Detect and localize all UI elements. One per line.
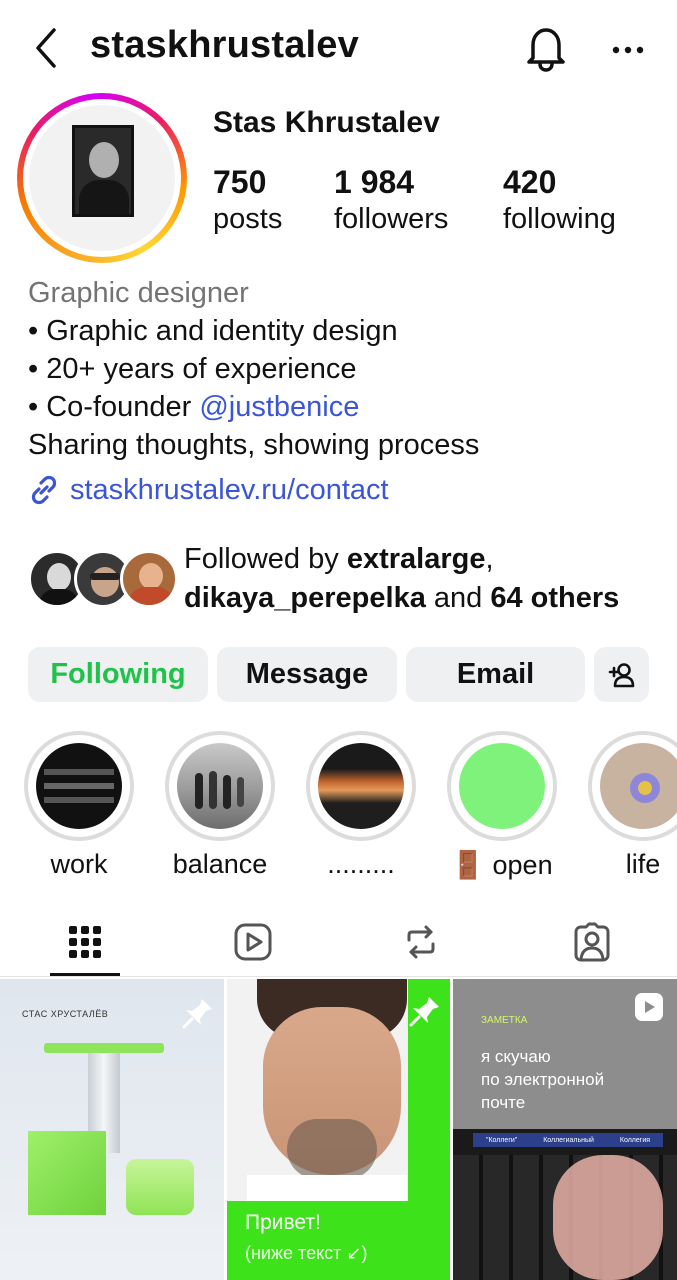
tab-reposts[interactable] xyxy=(386,918,456,966)
avatar xyxy=(120,550,178,608)
following-button[interactable]: Following xyxy=(28,647,208,702)
highlight-label: ......... xyxy=(327,849,395,879)
highlight-cover xyxy=(459,743,545,829)
website-link[interactable]: staskhrustalev.ru/contact xyxy=(28,472,389,508)
tab-posts[interactable] xyxy=(50,918,120,966)
highlight-label: work xyxy=(50,849,108,879)
profile-username: staskhrustalev xyxy=(90,24,359,66)
post-text: я скучаю по электронной почте xyxy=(481,1045,604,1114)
followers-label: followers xyxy=(334,203,449,235)
email-button[interactable]: Email xyxy=(406,647,585,702)
mutual-followers-avatars[interactable] xyxy=(28,550,178,608)
following-count: 420 xyxy=(503,164,557,200)
suggested-users-button[interactable] xyxy=(594,647,649,702)
post-tile[interactable]: СТАС ХРУСТАЛЁВ xyxy=(0,979,224,1280)
touchbar-suggestion: "Коллеги" xyxy=(485,1136,518,1144)
post-caption: (ниже текст ↙) xyxy=(245,1243,368,1263)
touchbar-suggestion: Коллегиальный xyxy=(543,1136,594,1144)
bio-line: • Co-founder @justbenice xyxy=(28,388,668,426)
posts-stat[interactable]: 750 posts xyxy=(213,164,282,236)
tab-reels[interactable] xyxy=(218,918,288,966)
posts-count: 750 xyxy=(213,164,267,200)
separator: , xyxy=(485,543,494,575)
post-text-line: по электронной xyxy=(481,1070,605,1089)
followers-count: 1 984 xyxy=(334,164,415,200)
highlight-open[interactable]: 🚪 open xyxy=(447,731,557,881)
tab-divider xyxy=(0,976,677,977)
highlight-cover xyxy=(177,743,263,829)
mention-link[interactable]: @justbenice xyxy=(199,391,359,423)
posts-label: posts xyxy=(213,203,283,235)
followers-stat[interactable]: 1 984 followers xyxy=(334,164,448,236)
more-options-button[interactable] xyxy=(608,30,648,70)
grid-icon xyxy=(69,926,101,958)
highlight-label: life xyxy=(625,849,661,879)
touchbar-suggestion: Коллегия xyxy=(619,1136,651,1144)
reposts-icon xyxy=(407,925,435,959)
followed-by-text[interactable]: Followed by extralarge, dikaya_perepelka… xyxy=(184,540,664,618)
bio-line: • 20+ years of experience xyxy=(28,353,357,385)
post-tile[interactable]: ЗАМЕТКА я скучаю по электронной почте "К… xyxy=(453,979,677,1280)
post-caption: ЗАМЕТКА xyxy=(481,1015,528,1026)
story-ring[interactable] xyxy=(17,93,187,263)
bio-text: • Co-founder xyxy=(28,391,200,423)
post-caption: Привет! xyxy=(245,1211,321,1234)
tab-tagged[interactable] xyxy=(557,918,627,966)
post-caption: СТАС ХРУСТАЛЁВ xyxy=(22,1009,109,1019)
mutual-user: extralarge xyxy=(346,543,486,575)
highlight-cover xyxy=(36,743,122,829)
post-tile[interactable]: Привет! (ниже текст ↙) xyxy=(227,979,450,1280)
back-button[interactable] xyxy=(28,26,64,70)
display-name: Stas Khrustalev xyxy=(213,106,440,139)
notifications-button[interactable] xyxy=(524,24,568,72)
reels-icon xyxy=(234,923,272,961)
more-horizontal-icon xyxy=(612,46,644,54)
post-text-line: я скучаю xyxy=(481,1047,551,1066)
link-icon xyxy=(31,475,57,505)
mutual-user: dikaya_perepelka xyxy=(184,582,426,614)
profile-bio: Graphic designer • Graphic and identity … xyxy=(28,274,668,464)
and-text: and xyxy=(425,582,491,614)
add-person-icon xyxy=(608,662,634,687)
bell-icon xyxy=(527,28,565,72)
bio-category: Graphic designer xyxy=(28,277,249,309)
followed-by-prefix: Followed by xyxy=(184,543,347,575)
pin-icon xyxy=(407,993,443,1029)
highlight-cover xyxy=(600,743,677,829)
post-text-line: почте xyxy=(481,1093,526,1112)
chevron-left-icon xyxy=(36,28,56,68)
hand-photo xyxy=(553,1155,663,1280)
highlight-cover xyxy=(318,743,404,829)
website-link-text: staskhrustalev.ru/contact xyxy=(70,473,389,506)
highlight-balance[interactable]: balance xyxy=(165,731,275,880)
reels-icon xyxy=(645,1001,655,1013)
bio-line: Sharing thoughts, showing process xyxy=(28,429,480,461)
reel-indicator xyxy=(635,993,663,1021)
bio-line: • Graphic and identity design xyxy=(28,315,398,347)
highlight-life[interactable]: life xyxy=(588,731,677,880)
highlight-dots[interactable]: ......... xyxy=(306,731,416,880)
following-stat[interactable]: 420 following xyxy=(503,164,616,236)
others-count: 64 others xyxy=(490,582,620,614)
message-button[interactable]: Message xyxy=(217,647,397,702)
profile-avatar xyxy=(29,105,175,251)
highlight-label: balance xyxy=(172,849,268,879)
pin-icon xyxy=(180,995,216,1031)
highlight-work[interactable]: work xyxy=(24,731,134,880)
touchbar: "Коллеги" Коллегиальный Коллегия xyxy=(473,1133,663,1147)
tagged-icon xyxy=(574,922,610,962)
top-bar: staskhrustalev xyxy=(0,0,677,100)
highlight-label: 🚪 open xyxy=(451,850,553,880)
following-label: following xyxy=(503,203,616,235)
